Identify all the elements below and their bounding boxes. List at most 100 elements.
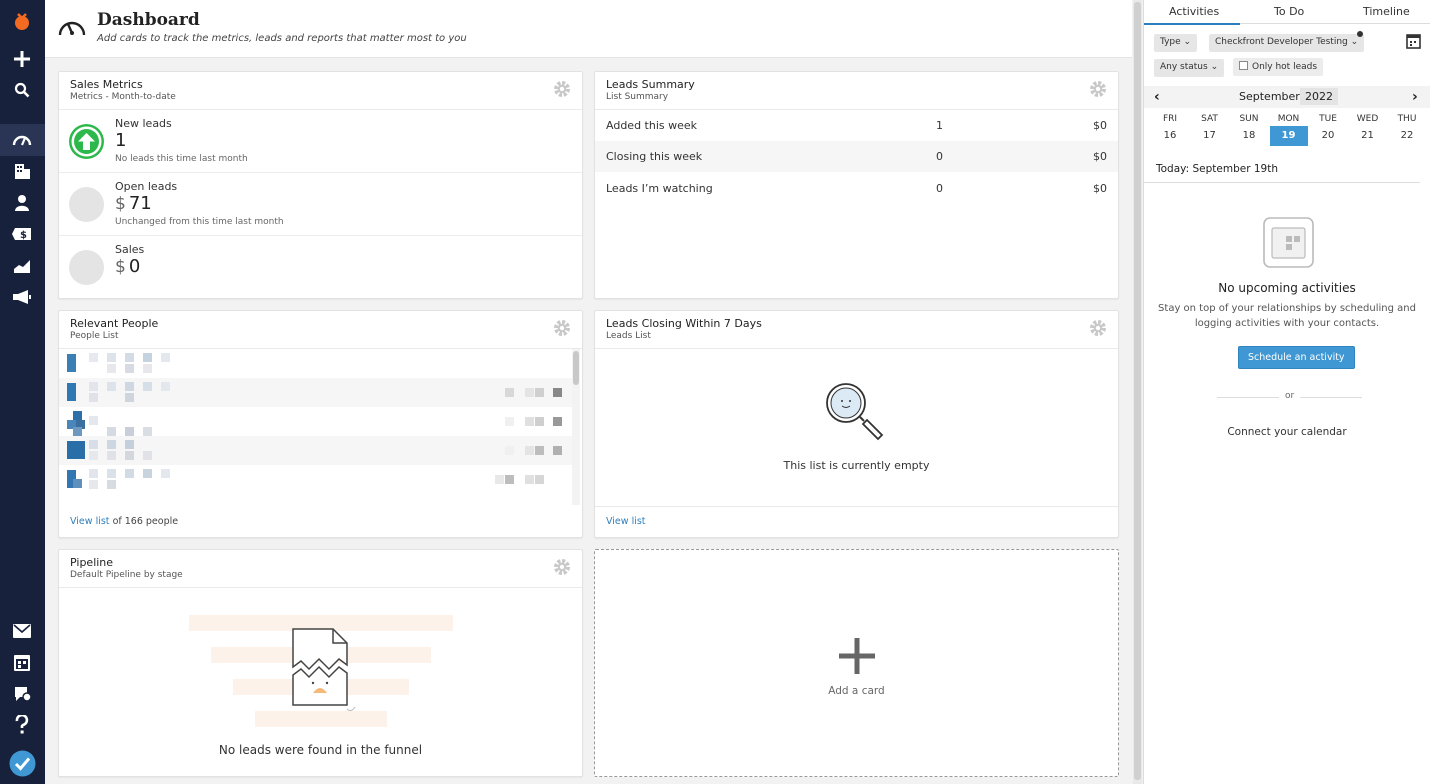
arrow-up-circle-icon [69,124,104,159]
calendar-day[interactable]: 17 [1191,126,1229,146]
divider [1144,182,1420,183]
neutral-circle-icon [69,250,104,285]
hot-leads-toggle[interactable]: Only hot leads [1233,58,1324,76]
calendar-month[interactable]: September [1239,90,1300,103]
calendar-view-icon[interactable] [1406,34,1421,52]
sales-metrics-card: Sales Metrics Metrics - Month-to-date Ne… [58,71,583,299]
summary-label: Closing this week [606,150,703,163]
tab-to-do[interactable]: To Do [1274,5,1304,18]
metric-value: 1 [115,130,126,151]
page-subtitle: Add cards to track the metrics, leads an… [97,33,467,44]
calendar-day[interactable]: 20 [1309,126,1347,146]
card-title: Pipeline [70,556,114,569]
metric-value-number: 1 [115,130,127,151]
page-scrollbar[interactable] [1133,0,1142,784]
calendar-day[interactable]: 22 [1388,126,1426,146]
deals-icon[interactable]: $ [11,223,33,245]
chat-icon[interactable] [11,683,33,705]
tab-timeline[interactable]: Timeline [1363,5,1410,18]
metric-value-number: 0 [128,256,141,277]
left-sidebar: $ [0,0,45,784]
scroll-thumb[interactable] [1134,2,1141,780]
connect-calendar-link[interactable]: Connect your calendar [1144,426,1430,438]
settings-gear-icon[interactable] [553,558,571,576]
activities-panel: Activities To Do Timeline Type ⌄ Checkfr… [1143,0,1430,784]
activities-empty-icon [1263,217,1314,271]
neutral-circle-icon [69,187,104,222]
calendar-day-name: SUN [1239,114,1259,124]
calendar-day[interactable]: 21 [1349,126,1387,146]
list-scrollbar[interactable] [572,349,580,505]
checkbox-icon[interactable] [1239,61,1248,70]
settings-gear-icon[interactable] [1089,319,1107,337]
status-filter-label: Any status [1160,62,1208,72]
person-row-redacted[interactable] [59,378,572,407]
person-row-redacted[interactable] [59,436,572,465]
summary-amount: $0 [1093,150,1107,163]
companies-icon[interactable] [11,160,33,182]
card-subtitle: Leads List [606,331,651,341]
settings-gear-icon[interactable] [553,319,571,337]
summary-row[interactable]: Closing this week 0 $0 [595,141,1118,172]
help-icon[interactable] [11,714,33,736]
settings-gear-icon[interactable] [1089,80,1107,98]
calendar-day[interactable]: 16 [1151,126,1189,146]
calendar-day-selected[interactable]: 19 [1269,126,1308,146]
status-filter-dropdown[interactable]: Any status ⌄ [1154,59,1225,77]
owner-filter-dropdown[interactable]: Checkfront Developer Testing ⌄ [1209,34,1365,52]
schedule-activity-button[interactable]: Schedule an activity [1238,346,1355,369]
metric-value-number: 71 [128,193,152,214]
calendar-day-name: SAT [1201,114,1218,124]
person-row-redacted[interactable] [59,407,572,436]
owner-filter-label: Checkfront Developer Testing [1215,37,1348,47]
summary-count: 0 [936,150,943,163]
card-subtitle: People List [70,331,119,341]
card-title: Relevant People [70,317,159,330]
dashboard-gauge-icon [57,13,87,44]
calendar-day[interactable]: 18 [1230,126,1268,146]
view-list-link[interactable]: View list [70,516,110,527]
add-icon[interactable] [11,48,33,70]
torn-document-icon [291,625,357,720]
reports-icon[interactable] [11,255,33,277]
type-filter-dropdown[interactable]: Type ⌄ [1154,34,1198,52]
empty-message: No leads were found in the funnel [218,743,423,757]
currency-symbol: $ [115,194,126,214]
divider [595,506,1118,507]
email-icon[interactable] [11,620,33,642]
logo-icon[interactable] [11,10,33,32]
checklist-icon[interactable] [9,750,36,777]
summary-amount: $0 [1093,182,1107,195]
metric-row-sales: Sales $0 [59,235,582,298]
person-row-redacted[interactable] [59,465,572,494]
card-subtitle: Metrics - Month-to-date [70,92,176,102]
tab-activities[interactable]: Activities [1169,5,1219,18]
add-card-tile[interactable]: Add a card [594,549,1119,777]
summary-row[interactable]: Added this week 1 $0 [595,110,1118,141]
leads-summary-card: Leads Summary List Summary Added this we… [594,71,1119,299]
metric-label: Sales [115,243,145,256]
empty-message: This list is currently empty [783,459,930,472]
calendar-day-name: MON [1277,114,1300,124]
empty-body-line1: Stay on top of your relationships by sch… [1158,303,1416,314]
people-icon[interactable] [11,192,33,214]
person-row-redacted[interactable] [59,349,572,378]
settings-gear-icon[interactable] [553,80,571,98]
view-list-link[interactable]: View list [606,516,646,527]
closing-footer: View list [606,516,646,527]
calendar-year[interactable]: 2022 [1300,88,1338,105]
metric-label: Open leads [115,180,178,193]
chevron-right-icon[interactable]: › [1412,89,1418,105]
chevron-left-icon[interactable]: ‹ [1154,89,1160,105]
summary-row[interactable]: Leads I’m watching 0 $0 [595,173,1118,204]
search-icon[interactable] [11,79,33,101]
divider [595,348,1118,349]
summary-label: Leads I’m watching [606,182,713,195]
calendar-icon[interactable] [11,652,33,674]
magnifier-empty-icon [824,381,886,450]
campaigns-icon[interactable] [11,286,33,308]
dashboard-icon[interactable] [11,129,33,151]
metric-row-open-leads: Open leads $71 Unchanged from this time … [59,172,582,235]
scroll-thumb[interactable] [573,351,579,385]
page-title: Dashboard [97,10,200,30]
